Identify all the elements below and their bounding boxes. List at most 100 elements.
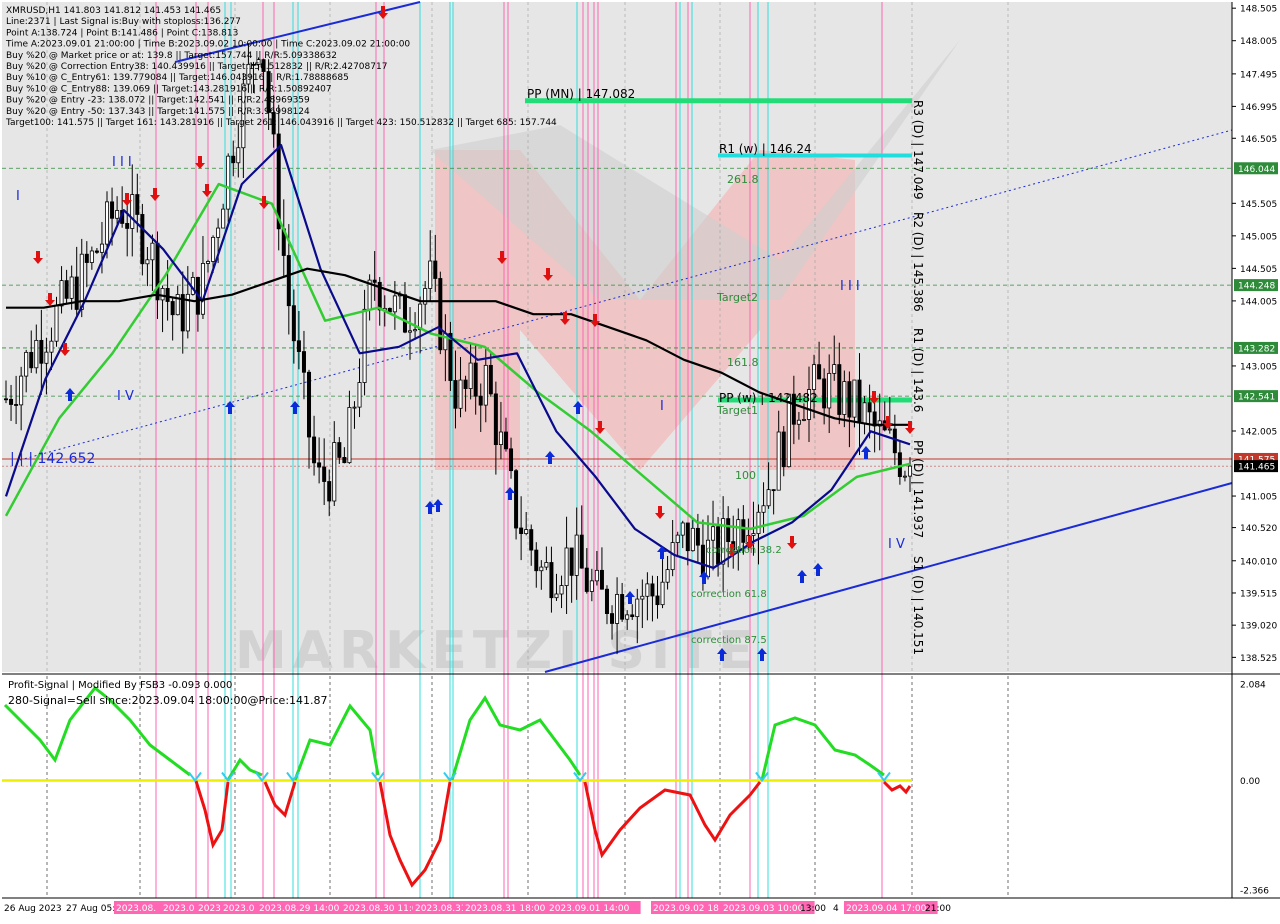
candle-body [145, 259, 150, 265]
level-261-label: 261.8 [727, 173, 759, 186]
candle-body [837, 364, 842, 415]
daily-pivot-label-1: R2 (D) | 145.386 [911, 212, 925, 312]
candle-body [493, 393, 498, 446]
candle-body [534, 549, 539, 572]
candle-body [468, 362, 473, 389]
candle-body [569, 547, 574, 576]
candle-body [812, 364, 817, 390]
candle-body [458, 379, 463, 409]
candle-body [140, 214, 145, 265]
candle-body [160, 288, 165, 301]
candle-body [130, 194, 135, 229]
candle-body [408, 330, 413, 333]
candle-body [524, 529, 529, 535]
price-tick-label: 141.465 [1238, 463, 1275, 473]
candle-body [296, 340, 301, 352]
candle-body [347, 407, 352, 464]
candle-body [115, 210, 120, 219]
candle-body [827, 372, 832, 409]
wave-iii-left: I I I [112, 155, 132, 170]
candle-body [4, 398, 9, 401]
candle-body [756, 511, 761, 534]
candle-body [312, 436, 317, 464]
candle-body [594, 569, 599, 582]
time-tick-label: 2023.0 [163, 904, 195, 914]
candle-body [640, 595, 645, 600]
time-tick-label: 2023.08.31 [415, 904, 467, 914]
pp-mn-label: PP (MN) | 147.082 [527, 87, 635, 101]
candle-body [822, 378, 827, 409]
correction-38-label: correction 38.2 [706, 545, 782, 556]
candle-body [604, 588, 609, 614]
level-161-label: 161.8 [727, 356, 759, 369]
info-line: Target100: 141.575 || Target 161: 143.28… [5, 118, 557, 128]
pp-w-label: PP (w) | 142.482 [719, 391, 818, 405]
time-tick-label: 26 Aug 2023 [4, 904, 62, 914]
indicator-title: Profit-Signal | Modified By FSB3 -0.093 … [8, 680, 232, 691]
wave-i-mid: I [660, 399, 664, 414]
price-tick-label: 146.044 [1238, 165, 1275, 175]
level-100-label: 100 [735, 469, 756, 482]
indicator-plot-background [2, 676, 1232, 898]
candle-body [69, 276, 74, 299]
candle-body [317, 462, 322, 468]
price-tick-label: 144.505 [1240, 265, 1277, 275]
candle-body [887, 428, 892, 431]
candle-body [539, 566, 544, 572]
candle-body [690, 527, 695, 552]
candle-body [615, 594, 620, 624]
candle-body [307, 371, 312, 438]
candle-body [549, 562, 554, 599]
candle-body [211, 236, 216, 262]
price-tick-label: 139.020 [1240, 622, 1277, 632]
candle-body [19, 375, 24, 406]
candle-body [645, 583, 650, 597]
indicator-tick-label: -2.366 [1240, 887, 1269, 897]
candle-body [44, 351, 49, 364]
daily-pivot-label-4: S1 (D) | 140.151 [911, 556, 925, 655]
candle-body [832, 364, 837, 374]
indicator-signal-text: 280-Signal=Sell since:2023.09.04 18:00:0… [8, 694, 328, 707]
candle-body [64, 280, 69, 299]
candle-body [216, 227, 221, 238]
candle-body [503, 431, 508, 450]
candle-body [89, 250, 94, 263]
candle-body [579, 534, 584, 569]
candle-body [463, 379, 468, 389]
candle-body [695, 527, 700, 546]
candle-body [660, 581, 665, 606]
candle-body [236, 147, 241, 164]
candle-body [74, 276, 79, 310]
price-tick-label: 142.005 [1240, 427, 1277, 437]
candle-body [902, 475, 907, 478]
info-line: Line:2371 | Last Signal is:Buy with stop… [6, 17, 241, 27]
candle-body [54, 305, 59, 342]
candle-body [564, 547, 569, 586]
candle-body [685, 522, 690, 552]
candle-body [514, 470, 519, 529]
candle-body [59, 280, 64, 307]
candle-body [483, 364, 488, 406]
info-line: Buy %20 @ Market price or at: 139.8 || T… [6, 51, 337, 61]
candle-body [620, 594, 625, 620]
info-line: XMRUSD,H1 141.803 141.812 141.453 141.46… [6, 6, 221, 16]
candle-body [817, 364, 822, 380]
candle-body [796, 419, 801, 425]
time-tick-label: 2023.08.30 11:0 [343, 904, 418, 914]
candle-body [402, 294, 407, 333]
candle-body [14, 404, 19, 406]
info-line: Buy %10 @ C_Entry61: 139.779084 || Targe… [6, 73, 349, 83]
candle-body [857, 379, 862, 424]
info-line: Buy %10 @ C_Entry88: 139.069 || Target:1… [6, 84, 332, 94]
price-tick-label: 145.005 [1240, 232, 1277, 242]
price-tick-label: 144.248 [1238, 282, 1275, 292]
candle-body [337, 442, 342, 458]
price-tick-label: 143.005 [1240, 362, 1277, 372]
candle-body [9, 398, 14, 405]
time-tick-label: 2023.09.01 14:00 [549, 904, 630, 914]
price-tick-label: 140.520 [1240, 524, 1277, 534]
wave-iii-right: I I I [840, 279, 860, 294]
time-tick-label: 2023.09.03 10:00 [723, 904, 804, 914]
candle-body [650, 583, 655, 597]
r1-w-label: R1 (w) | 146.24 [719, 142, 812, 156]
